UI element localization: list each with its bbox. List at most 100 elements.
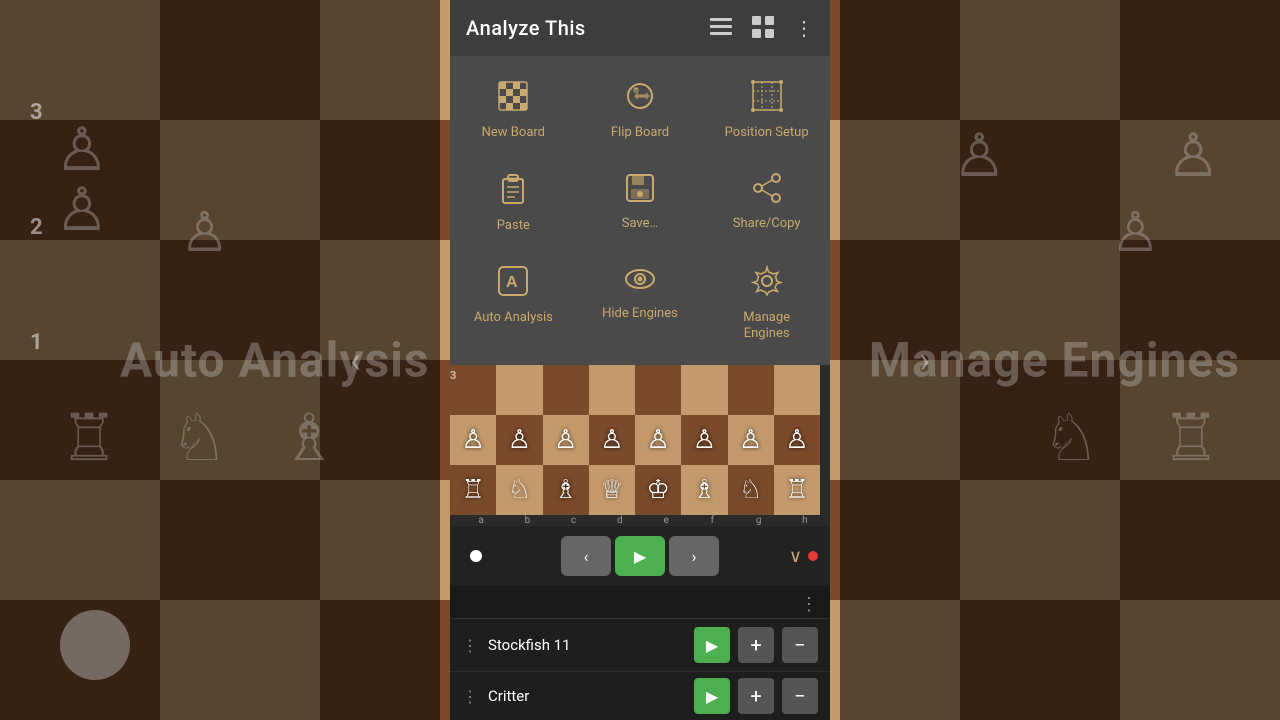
- engine-2-name: Critter: [488, 687, 686, 705]
- board-cell[interactable]: [681, 365, 727, 415]
- svg-text:A: A: [506, 274, 518, 291]
- engine-2-row: ⋮ Critter ▶ + −: [450, 671, 830, 720]
- engine-1-row: ⋮ Stockfish 11 ▶ + −: [450, 619, 830, 671]
- chess-board-area: 3 2 ♙♙♙♙♙♙♙♙ 1 ♖♘♗♕♔♗♘♖ abcdefgh: [450, 365, 830, 526]
- flip-board-icon: [624, 80, 656, 117]
- board-cell[interactable]: ♙: [635, 415, 681, 465]
- menu-item-save[interactable]: Save…: [590, 161, 690, 246]
- board-cell[interactable]: ♙: [589, 415, 635, 465]
- menu-item-manage-engines[interactable]: Manage Engines: [717, 253, 817, 353]
- prev-button[interactable]: ‹: [561, 536, 611, 576]
- engine-1-name: Stockfish 11: [488, 636, 686, 654]
- board-cell[interactable]: ♙: [543, 415, 589, 465]
- play-button[interactable]: ▶: [615, 536, 665, 576]
- position-dot: [470, 550, 482, 562]
- rank-2-cells: ♙♙♙♙♙♙♙♙: [450, 415, 830, 465]
- menu-item-paste[interactable]: Paste: [463, 161, 563, 246]
- file-label: d: [597, 515, 643, 526]
- rank-3-label: 3: [450, 369, 456, 382]
- bg-bishop-left: ♗: [280, 400, 338, 476]
- engine-1-plus[interactable]: +: [738, 627, 774, 663]
- move-list: ⋮: [450, 586, 830, 618]
- board-cell[interactable]: ♗: [681, 465, 727, 515]
- menu-item-share-copy[interactable]: Share/Copy: [717, 161, 817, 246]
- board-cell[interactable]: ♙: [774, 415, 820, 465]
- file-label: g: [736, 515, 782, 526]
- menu-row-1: New Board Flip Board: [450, 64, 830, 157]
- file-label: c: [551, 515, 597, 526]
- more-icon[interactable]: ⋮: [794, 18, 814, 38]
- board-cell[interactable]: ♖: [450, 465, 496, 515]
- new-board-icon: [497, 80, 529, 117]
- next-button[interactable]: ›: [669, 536, 719, 576]
- board-cell[interactable]: [589, 365, 635, 415]
- board-cell[interactable]: ♘: [728, 465, 774, 515]
- board-cell[interactable]: [774, 365, 820, 415]
- menu-item-auto-analysis[interactable]: A Auto Analysis: [463, 253, 563, 353]
- board-cell[interactable]: ♗: [543, 465, 589, 515]
- engine-1-play[interactable]: ▶: [694, 627, 730, 663]
- auto-analysis-icon: A: [497, 265, 529, 302]
- file-label: e: [643, 515, 689, 526]
- save-label: Save…: [622, 216, 659, 232]
- share-copy-label: Share/Copy: [733, 216, 801, 232]
- file-labels: abcdefgh: [450, 515, 830, 526]
- file-label: h: [782, 515, 828, 526]
- menu-row-2: Paste Save…: [450, 157, 830, 250]
- engine-1-minus[interactable]: −: [782, 627, 818, 663]
- paste-icon: [499, 173, 527, 210]
- playback-controls: ‹ ▶ › ∨: [450, 526, 830, 586]
- board-cell[interactable]: ♙: [450, 415, 496, 465]
- grid-icon[interactable]: [752, 16, 774, 41]
- board-cell[interactable]: ♔: [635, 465, 681, 515]
- board-cell[interactable]: ♙: [728, 415, 774, 465]
- chevron-down-icon[interactable]: ∨: [789, 546, 802, 567]
- auto-analysis-label: Auto Analysis: [474, 310, 553, 326]
- board-cell[interactable]: ♕: [589, 465, 635, 515]
- manage-engines-icon: [751, 265, 783, 302]
- board-cell[interactable]: ♘: [496, 465, 542, 515]
- bg-rook-left: ♖: [60, 400, 118, 476]
- hide-engines-label: Hide Engines: [602, 306, 678, 322]
- position-setup-icon: [751, 80, 783, 117]
- menu-item-new-board[interactable]: New Board: [463, 68, 563, 153]
- move-list-menu[interactable]: ⋮: [800, 594, 818, 615]
- rank-1-row: 1 ♖♘♗♕♔♗♘♖: [450, 465, 830, 515]
- app-panel: Analyze This ⋮: [450, 0, 830, 720]
- engine-2-handle[interactable]: ⋮: [462, 687, 480, 706]
- hide-engines-icon: [624, 265, 656, 298]
- board-cell[interactable]: [450, 365, 496, 415]
- bg-pieces-left2: ♙: [180, 200, 229, 265]
- engine-2-minus[interactable]: −: [782, 678, 818, 714]
- engine-2-play[interactable]: ▶: [694, 678, 730, 714]
- engine-2-plus[interactable]: +: [738, 678, 774, 714]
- bg-knight-left: ♘: [170, 400, 228, 476]
- file-label: a: [458, 515, 504, 526]
- board-cell[interactable]: [543, 365, 589, 415]
- save-icon: [625, 173, 655, 208]
- paste-label: Paste: [497, 218, 530, 234]
- board-cell[interactable]: ♖: [774, 465, 820, 515]
- board-cell[interactable]: ♙: [496, 415, 542, 465]
- menu-item-position-setup[interactable]: Position Setup: [717, 68, 817, 153]
- rank-2-row: 2 ♙♙♙♙♙♙♙♙: [450, 415, 830, 465]
- app-title: Analyze This: [466, 16, 586, 40]
- engine-1-handle[interactable]: ⋮: [462, 636, 480, 655]
- menu-item-flip-board[interactable]: Flip Board: [590, 68, 690, 153]
- header-icons: ⋮: [710, 16, 814, 41]
- file-label: b: [504, 515, 550, 526]
- dropdown-menu: New Board Flip Board: [450, 56, 830, 365]
- nav-arrow-left[interactable]: ‹: [350, 339, 361, 381]
- list-icon[interactable]: [710, 18, 732, 39]
- board-cell[interactable]: [728, 365, 774, 415]
- rank-3-row: 3: [450, 365, 830, 415]
- board-cell[interactable]: [496, 365, 542, 415]
- nav-arrow-right[interactable]: ›: [919, 339, 930, 381]
- engine-section: ⋮ Stockfish 11 ▶ + − ⋮ Critter ▶ + −: [450, 618, 830, 720]
- board-cell[interactable]: ♙: [681, 415, 727, 465]
- app-header: Analyze This ⋮: [450, 0, 830, 56]
- share-icon: [752, 173, 782, 208]
- bg-text-left: Auto Analysis: [120, 332, 429, 389]
- menu-item-hide-engines[interactable]: Hide Engines: [590, 253, 690, 353]
- board-cell[interactable]: [635, 365, 681, 415]
